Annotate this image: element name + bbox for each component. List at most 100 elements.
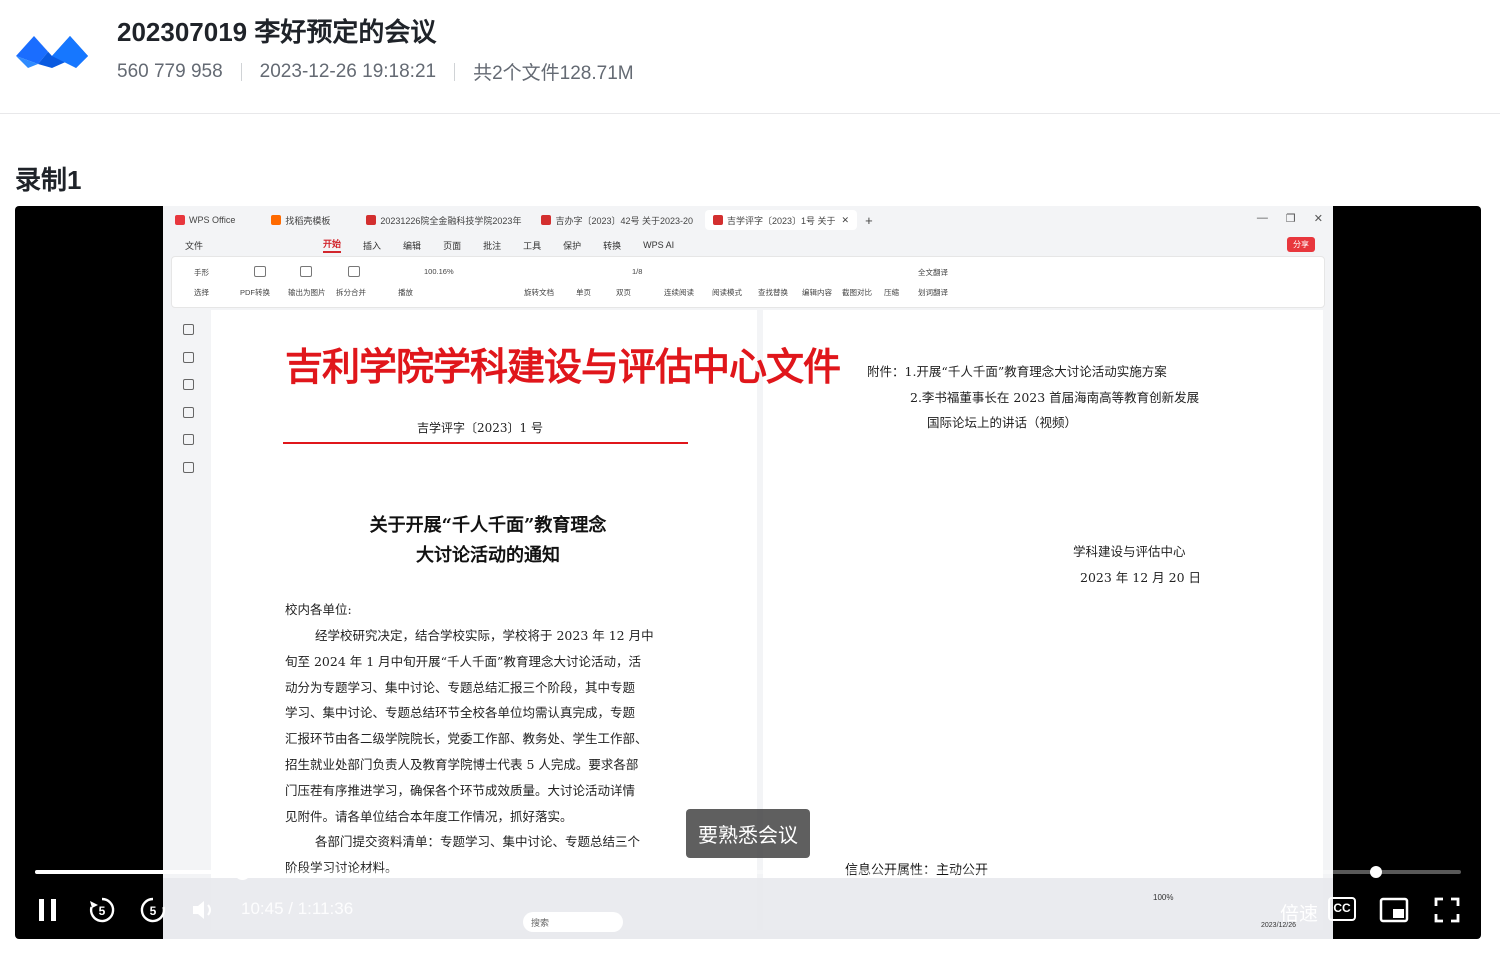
tab-label: WPS Office [189, 215, 236, 225]
fullscreen-icon[interactable] [1434, 897, 1460, 923]
pdf-convert-label: PDF转换 [240, 288, 270, 297]
body-line: 动分为专题学习、集中讨论、专题总结汇报三个阶段，其中专题 [285, 679, 636, 695]
export-image-label: 输出为图片 [288, 288, 326, 297]
close-icon: ✕ [841, 214, 850, 225]
progress-handle[interactable] [234, 863, 251, 880]
pause-icon[interactable] [37, 898, 59, 922]
tab-label: 吉办字〔2023〕42号 关于2023-20 [555, 215, 694, 226]
forward-label: 5 [150, 904, 157, 918]
sign-date: 2023 年 12 月 20 日 [1080, 570, 1201, 585]
recording-title: 录制1 [15, 165, 82, 195]
red-divider [283, 442, 688, 444]
wps-tab: 找稻壳模板 [263, 210, 338, 230]
progress-bar[interactable] [35, 863, 1461, 880]
find-replace-label: 查找替换 [758, 288, 788, 297]
chapter-marker[interactable] [545, 867, 555, 877]
notice-title-line: 大讨论活动的通知 [416, 545, 560, 566]
close-icon: ✕ [1313, 213, 1323, 225]
body-line: 招生就业处部门负责人及教育学院博士代表 5 人完成。要求各部 [285, 756, 639, 772]
files-summary[interactable]: 共2个文件128.71M [473, 58, 634, 85]
meeting-meta: 560 779 958 2023-12-26 19:18:21 共2个文件128… [117, 58, 634, 85]
speed-button[interactable]: 倍速 [1280, 899, 1318, 926]
menu-item-convert: 转换 [603, 240, 622, 251]
thumbnail-icon [183, 352, 194, 363]
menu-item-insert: 插入 [363, 240, 382, 251]
signer: 学科建设与评估中心 [1073, 544, 1186, 559]
wps-ribbon: 手形 选择 PDF转换 输出为图片 拆分合并 播放 100.16% 1/8 旋转… [171, 256, 1325, 308]
chapter-marker[interactable] [1295, 867, 1305, 877]
restore-icon: ❐ [1285, 213, 1296, 225]
attachment-icon [183, 407, 194, 418]
pdf-convert-icon [254, 266, 266, 277]
layers-icon [183, 462, 194, 473]
windows-search: 搜索 [523, 912, 623, 932]
volume-icon[interactable] [191, 898, 217, 922]
rotate-label: 旋转文档 [524, 288, 554, 297]
menu-item-start: 开始 [323, 237, 342, 253]
page-header: 202307019 李好预定的会议 560 779 958 2023-12-26… [0, 0, 1500, 114]
body-line: 汇报环节由各二级学院院长，党委工作部、教务处、学生工作部、 [285, 731, 648, 747]
double-page-label: 双页 [616, 288, 631, 297]
body-line: 学习、集中讨论、专题总结环节全校各单位均需认真完成，专题 [285, 705, 636, 721]
comment-icon [183, 379, 194, 390]
play-label: 播放 [398, 288, 413, 297]
share-button: 分享 [1287, 237, 1315, 252]
pdf-icon [713, 215, 724, 225]
divider [454, 62, 456, 81]
wps-tab: 20231226院全金融科技学院2023年 [358, 210, 529, 230]
menu-item-page: 页面 [443, 240, 462, 251]
body-line: 经学校研究决定，结合学校实际，学校将于 2023 年 12 月中 [315, 628, 654, 643]
tencent-meeting-logo-icon [16, 36, 88, 68]
plus-icon: + [865, 212, 873, 228]
video-player[interactable]: WPS Office 找稻壳模板 20231226院全金融科技学院2023年 吉… [15, 206, 1481, 939]
body-line: 旬至 2024 年 1 月中旬开展“千人千面”教育理念大讨论活动，活 [285, 653, 641, 669]
zoom-status: 100% [1153, 893, 1174, 902]
notice-title-line: 关于开展“千人千面”教育理念 [369, 515, 607, 536]
notice-title: 关于开展“千人千面”教育理念 大讨论活动的通知 [313, 511, 663, 571]
rewind-5s-icon[interactable]: 5 [88, 896, 116, 924]
tab-label: 找稻壳模板 [285, 215, 331, 226]
chapter-marker[interactable] [1370, 866, 1382, 878]
menu-item-annotate: 批注 [483, 240, 502, 251]
window-controls: — ❐ ✕ [1257, 212, 1323, 225]
pdf-icon [541, 215, 552, 225]
read-mode-label: 阅读模式 [712, 288, 742, 297]
compress-label: 压缩 [884, 288, 899, 297]
meeting-datetime: 2023-12-26 19:18:21 [259, 60, 437, 82]
progress-played [35, 870, 242, 874]
chapter-marker[interactable] [733, 867, 743, 877]
attachment-line: 2.李书福董事长在 2023 首届海南高等教育创新发展 [910, 390, 1200, 405]
salutation: 校内各单位: [285, 602, 352, 617]
meeting-title: 202307019 李好预定的会议 [117, 17, 437, 47]
docer-icon [271, 215, 282, 225]
tab-label: 20231226院全金融科技学院2023年 [380, 215, 522, 226]
rewind-label: 5 [99, 904, 106, 918]
word-translate-label: 划词翻译 [918, 288, 948, 297]
document-org-title: 吉利学院学科建设与评估中心文件 [285, 344, 841, 389]
minimize-icon: — [1256, 212, 1268, 224]
menu-item-tools: 工具 [523, 240, 542, 251]
attachment-line: 附件：1.开展“千人千面”教育理念大讨论活动实施方案 [867, 364, 1167, 379]
document-body: 经学校研究决定，结合学校实际，学校将于 2023 年 12 月中 旬至 2024… [285, 623, 695, 881]
pdf-icon [366, 215, 377, 225]
wps-tab-bar: WPS Office 找稻壳模板 20231226院全金融科技学院2023年 吉… [163, 206, 1333, 234]
single-page-label: 单页 [576, 288, 591, 297]
zoom-value: 100.16% [424, 267, 454, 276]
picture-in-picture-icon[interactable] [1379, 897, 1409, 923]
wps-tab-active: 吉学评字〔2023〕1号 关于 ✕ [705, 210, 858, 230]
body-line: 各部门提交资料清单：专题学习、集中讨论、专题总结三个 [315, 834, 641, 850]
wps-side-toolbar [171, 312, 211, 902]
menu-item-wps-ai: WPS AI [643, 240, 675, 250]
page-counter: 1/8 [632, 267, 643, 276]
pen-icon [183, 434, 194, 445]
meeting-id: 560 779 958 [117, 60, 223, 82]
menu-item-edit: 编辑 [403, 240, 422, 251]
wps-tab: WPS Office [167, 210, 243, 230]
forward-5s-icon[interactable]: 5 [139, 896, 167, 924]
select-tool: 选择 [194, 288, 209, 297]
divider [240, 62, 242, 81]
wps-logo-icon [175, 215, 185, 225]
bookmark-icon [183, 324, 194, 335]
edit-content-label: 编辑内容 [802, 288, 832, 297]
captions-button[interactable]: CC [1328, 897, 1356, 921]
